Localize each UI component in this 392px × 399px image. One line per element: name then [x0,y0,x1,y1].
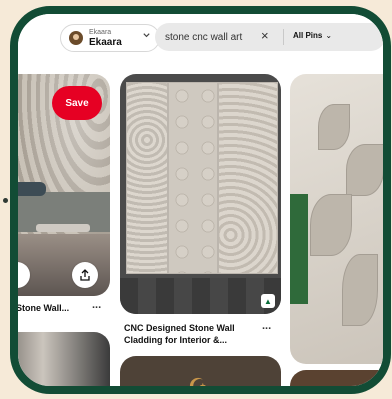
share-icon [80,269,90,281]
close-icon[interactable]: × [261,28,269,43]
floor-tiles [120,278,281,314]
brand-badge-icon: ▲ [261,294,275,308]
filter-label: All Pins [293,31,323,40]
decor-dot [3,198,8,203]
filter-dropdown[interactable]: All Pins ⌄ [293,31,332,40]
pin-image-bottom-left[interactable] [18,332,110,386]
share-button[interactable] [72,262,98,288]
table-shape [36,224,90,232]
account-switcher[interactable]: Ekaara Ekaara [60,24,160,52]
pin-caption-middle[interactable]: CNC Designed Stone Wall Cladding for Int… [124,322,256,346]
carving-leaf [310,194,352,256]
wall-panel-3 [218,82,278,274]
top-bar: Ekaara Ekaara stone cnc wall art × All P… [18,14,383,66]
calligraphy-shape: ☪ [188,374,208,394]
wall-panel-2 [168,82,218,274]
pin-image-bottom-right[interactable] [290,370,383,386]
pin-image-middle[interactable]: ▲ [120,74,281,314]
search-bar[interactable]: stone cnc wall art × All Pins ⌄ [155,23,383,51]
chevron-down-icon: ⌄ [325,31,333,40]
account-name: Ekaara [89,37,122,48]
search-input[interactable]: stone cnc wall art [165,32,242,43]
pin-image-bottom-middle[interactable]: ☪ [120,356,281,394]
pin-image-right[interactable] [290,74,383,364]
search-divider [283,29,284,45]
save-button[interactable]: Save [52,86,102,120]
carving-leaf [346,144,383,196]
avatar [69,31,83,45]
account-text: Ekaara Ekaara [89,28,122,48]
carving-leaf [342,254,378,326]
carving-leaf [318,104,350,150]
more-icon[interactable]: ... [262,320,271,332]
more-icon[interactable]: ... [92,299,101,311]
person-shape [290,194,308,304]
wall-panel-1 [126,82,168,274]
phone-frame: Ekaara Ekaara stone cnc wall art × All P… [10,6,391,394]
chevron-down-icon [142,31,151,42]
pin-caption-left[interactable]: Stone Wall... [18,302,96,314]
